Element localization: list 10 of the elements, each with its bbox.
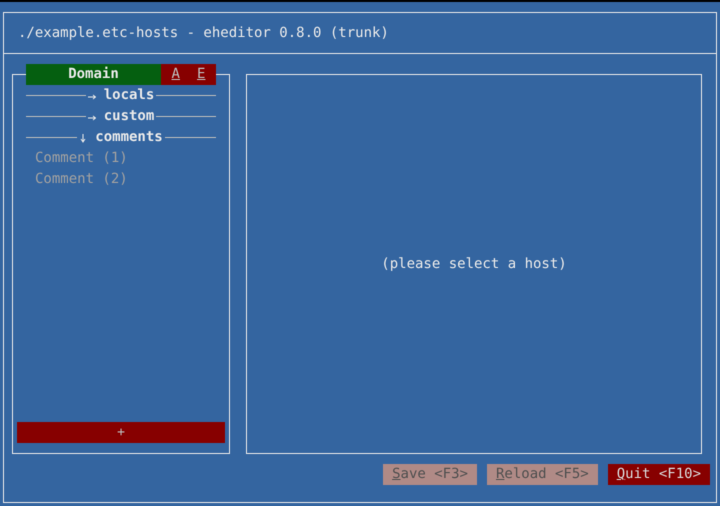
action-button[interactable]: Quit <F10> <box>608 464 710 485</box>
column-header[interactable]: Domain <box>26 64 161 85</box>
add-button[interactable]: + <box>17 422 225 443</box>
action-link[interactable]: E <box>197 64 206 85</box>
action-link[interactable]: A <box>172 64 180 85</box>
window-title: ./example.etc-hosts - eheditor 0.8.0 (trunk) <box>4 13 716 54</box>
group-label[interactable]: custom <box>104 106 154 127</box>
group-label[interactable]: comments <box>95 127 163 148</box>
placeholder-text: (please select a host) <box>381 254 567 274</box>
group-label[interactable]: locals <box>104 85 154 106</box>
